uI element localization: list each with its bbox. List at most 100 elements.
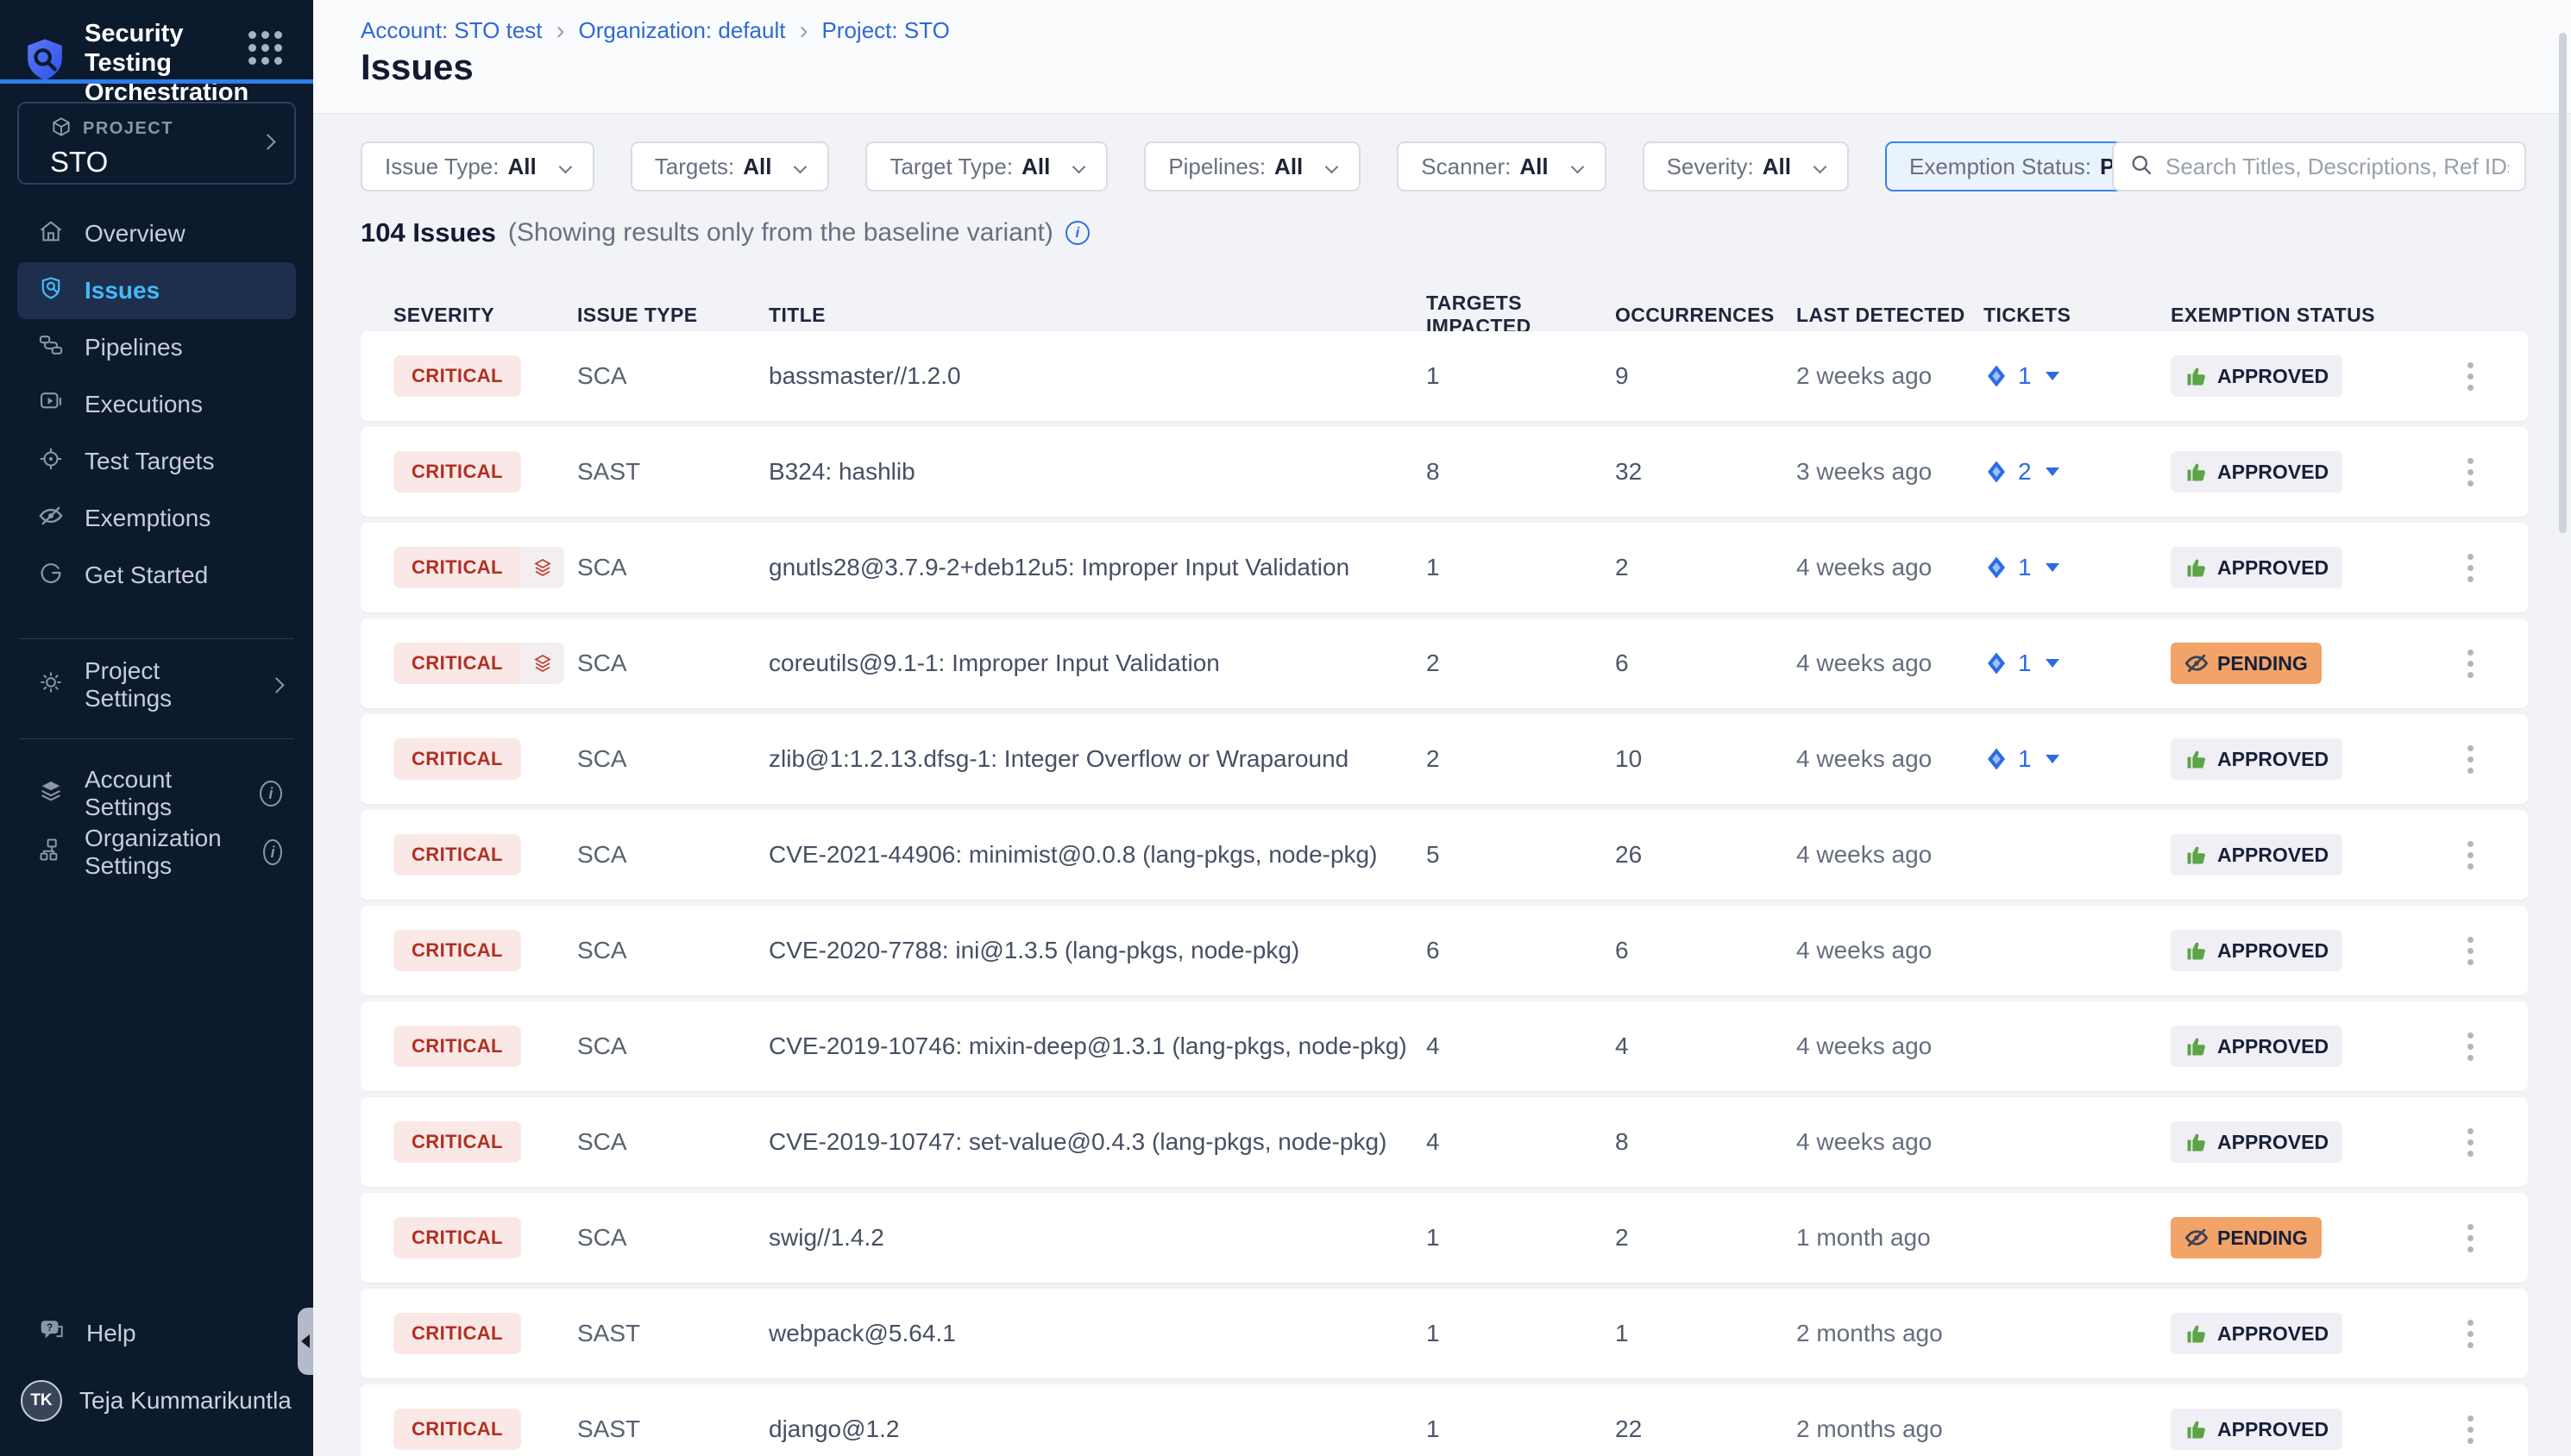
filter-pipelines[interactable]: Pipelines:All	[1144, 141, 1361, 191]
user-name: Teja Kummarikuntla	[79, 1387, 292, 1415]
sidebar-item-issues[interactable]: Issues	[17, 262, 296, 319]
row-menu-button[interactable]	[2455, 836, 2486, 875]
help-button[interactable]: ? Help	[0, 1307, 313, 1360]
gear-icon	[38, 669, 64, 701]
row-menu-button[interactable]	[2455, 1410, 2486, 1449]
table-row[interactable]: CRITICAL SCA gnutls28@3.7.9-2+deb12u5: I…	[361, 523, 2528, 612]
issue-type: SCA	[577, 745, 769, 773]
row-menu-button[interactable]	[2455, 549, 2486, 587]
issue-title[interactable]: B324: hashlib	[769, 458, 1426, 486]
row-menu-button[interactable]	[2455, 1123, 2486, 1162]
play-icon	[38, 389, 64, 421]
table-row[interactable]: CRITICAL SCA CVE-2019-10747: set-value@0…	[361, 1097, 2528, 1187]
ticket-link[interactable]: 1	[1983, 745, 2171, 773]
ticket-link[interactable]: 1	[1983, 362, 2171, 390]
filter-targets[interactable]: Targets:All	[631, 141, 830, 191]
last-detected: 4 weeks ago	[1796, 650, 1983, 677]
filter-scanner[interactable]: Scanner:All	[1397, 141, 1606, 191]
last-detected: 4 weeks ago	[1796, 1032, 1983, 1060]
issue-type: SCA	[577, 841, 769, 869]
issue-title[interactable]: webpack@5.64.1	[769, 1320, 1426, 1347]
issues-count-note: (Showing results only from the baseline …	[508, 218, 1053, 248]
filter-issue-type[interactable]: Issue Type:All	[361, 141, 594, 191]
layered-issue-icon	[521, 547, 564, 588]
vertical-scrollbar[interactable]	[2559, 33, 2567, 533]
sidebar-item-project-settings[interactable]: Project Settings	[0, 657, 313, 712]
info-icon[interactable]: i	[263, 839, 282, 865]
sidebar-item-overview[interactable]: Overview	[0, 205, 313, 262]
issue-title[interactable]: coreutils@9.1-1: Improper Input Validati…	[769, 650, 1426, 677]
table-row[interactable]: CRITICAL SAST django@1.2 1 22 2 months a…	[361, 1384, 2528, 1456]
issue-type: SCA	[577, 650, 769, 677]
row-menu-button[interactable]	[2455, 1315, 2486, 1353]
info-icon[interactable]: i	[1065, 221, 1090, 245]
eye-off-icon	[2184, 1226, 2209, 1250]
col-occurrences: OCCURRENCES	[1615, 304, 1796, 327]
filter-target-type[interactable]: Target Type:All	[865, 141, 1108, 191]
issue-title[interactable]: CVE-2020-7788: ini@1.3.5 (lang-pkgs, nod…	[769, 937, 1426, 964]
row-menu-button[interactable]	[2455, 1027, 2486, 1066]
table-row[interactable]: CRITICAL SAST B324: hashlib 8 32 3 weeks…	[361, 427, 2528, 517]
sidebar-item-label: Exemptions	[85, 505, 211, 532]
issue-title[interactable]: CVE-2021-44906: minimist@0.0.8 (lang-pkg…	[769, 841, 1426, 869]
filter-severity[interactable]: Severity:All	[1643, 141, 1849, 191]
search-box	[2112, 141, 2526, 191]
exemption-status-badge: PENDING	[2171, 1217, 2322, 1258]
ticket-link[interactable]: 1	[1983, 554, 2171, 581]
issue-title[interactable]: CVE-2019-10747: set-value@0.4.3 (lang-pk…	[769, 1128, 1426, 1156]
table-row[interactable]: CRITICAL SAST webpack@5.64.1 1 1 2 month…	[361, 1289, 2528, 1378]
project-selector[interactable]: PROJECT STO	[17, 102, 296, 185]
table-row[interactable]: CRITICAL SCA CVE-2019-10746: mixin-deep@…	[361, 1001, 2528, 1091]
table-row[interactable]: CRITICAL SCA bassmaster//1.2.0 1 9 2 wee…	[361, 331, 2528, 421]
info-icon[interactable]: i	[260, 781, 282, 806]
dropdown-triangle-icon[interactable]	[2046, 563, 2059, 572]
table-row[interactable]: CRITICAL SCA CVE-2021-44906: minimist@0.…	[361, 810, 2528, 900]
sidebar-item-exemptions[interactable]: Exemptions	[0, 490, 313, 547]
occurrences: 8	[1615, 1128, 1796, 1156]
issue-title[interactable]: bassmaster//1.2.0	[769, 362, 1426, 390]
dropdown-triangle-icon[interactable]	[2046, 659, 2059, 668]
breadcrumb-project-link[interactable]: Project: STO	[821, 17, 949, 44]
dropdown-triangle-icon[interactable]	[2046, 372, 2059, 380]
dropdown-triangle-icon[interactable]	[2046, 755, 2059, 763]
issue-title[interactable]: django@1.2	[769, 1415, 1426, 1443]
table-row[interactable]: CRITICAL SCA coreutils@9.1-1: Improper I…	[361, 618, 2528, 708]
sidebar-item-pipelines[interactable]: Pipelines	[0, 319, 313, 376]
issue-title[interactable]: swig//1.4.2	[769, 1224, 1426, 1252]
issue-type: SCA	[577, 1224, 769, 1252]
breadcrumb: Account: STO test › Organization: defaul…	[361, 17, 950, 44]
issue-title[interactable]: CVE-2019-10746: mixin-deep@1.3.1 (lang-p…	[769, 1032, 1426, 1060]
sidebar-item-account-settings[interactable]: Account Settings i	[0, 766, 313, 821]
breadcrumb-account-link[interactable]: Account: STO test	[361, 17, 543, 44]
app-title: Security Testing Orchestration	[85, 19, 257, 107]
issue-title[interactable]: zlib@1:1.2.13.dfsg-1: Integer Overflow o…	[769, 745, 1426, 773]
table-row[interactable]: CRITICAL SCA zlib@1:1.2.13.dfsg-1: Integ…	[361, 714, 2528, 804]
row-menu-button[interactable]	[2455, 357, 2486, 396]
row-menu-button[interactable]	[2455, 932, 2486, 970]
table-row[interactable]: CRITICAL SCA CVE-2020-7788: ini@1.3.5 (l…	[361, 906, 2528, 995]
row-menu-button[interactable]	[2455, 740, 2486, 779]
ticket-link[interactable]: 1	[1983, 650, 2171, 677]
issue-title[interactable]: gnutls28@3.7.9-2+deb12u5: Improper Input…	[769, 554, 1426, 581]
row-menu-button[interactable]	[2455, 1219, 2486, 1258]
user-menu[interactable]: TK Teja Kummarikuntla	[0, 1380, 313, 1421]
layered-issue-icon	[521, 643, 564, 684]
module-grid-icon[interactable]	[248, 31, 282, 65]
ticket-link[interactable]: 2	[1983, 458, 2171, 486]
exemption-status-badge: APPROVED	[2171, 738, 2342, 780]
search-input[interactable]	[2166, 154, 2509, 180]
row-menu-button[interactable]	[2455, 644, 2486, 683]
table-row[interactable]: CRITICAL SCA swig//1.4.2 1 2 1 month ago…	[361, 1193, 2528, 1283]
breadcrumb-org-link[interactable]: Organization: default	[579, 17, 786, 44]
sidebar-item-get-started[interactable]: Get Started	[0, 547, 313, 604]
sidebar-item-executions[interactable]: Executions	[0, 376, 313, 433]
issue-type: SAST	[577, 1415, 769, 1443]
sidebar-collapse-handle[interactable]	[298, 1308, 313, 1375]
sidebar-item-organization-settings[interactable]: Organization Settings i	[0, 825, 313, 880]
last-detected: 1 month ago	[1796, 1224, 1983, 1252]
occurrences: 9	[1615, 362, 1796, 390]
dropdown-triangle-icon[interactable]	[2046, 468, 2059, 476]
sidebar-item-test-targets[interactable]: Test Targets	[0, 433, 313, 490]
severity-badge: CRITICAL	[393, 1026, 521, 1067]
row-menu-button[interactable]	[2455, 453, 2486, 492]
